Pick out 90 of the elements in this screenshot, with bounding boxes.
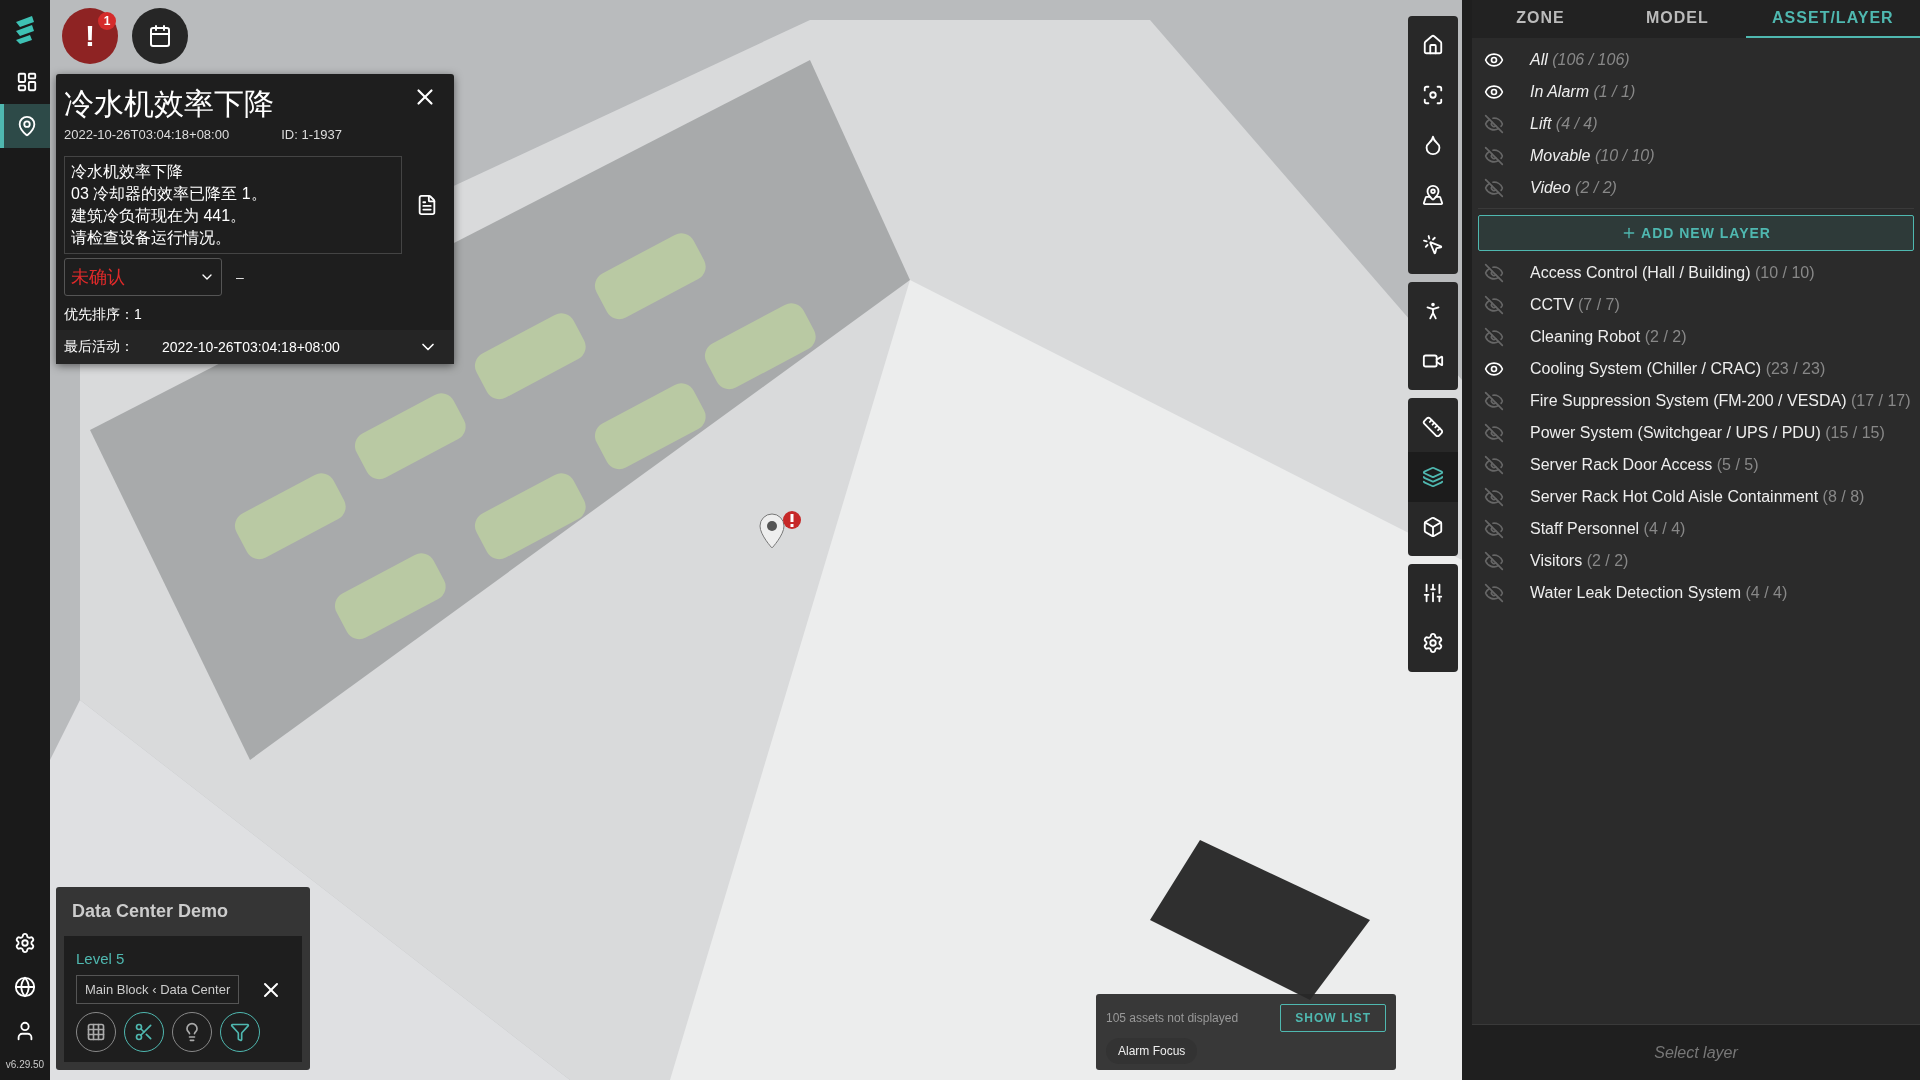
layer-row[interactable]: Server Rack Hot Cold Aisle Containment (8 / 8) [1478,481,1914,513]
settings-icon [1422,632,1444,654]
eye-icon[interactable] [1484,50,1504,70]
grid-icon [86,1022,106,1042]
cube-icon [1422,516,1444,538]
eye-off-icon[interactable] [1484,455,1504,475]
alarm-count-badge: 1 [98,12,116,30]
scissors-icon [134,1022,154,1042]
alarm-id: ID: 1-1937 [281,127,342,142]
show-list-button[interactable]: SHOW LIST [1280,1004,1386,1032]
focus-icon [1422,84,1444,106]
layer-row[interactable]: Cooling System (Chiller / CRAC) (23 / 23) [1478,353,1914,385]
alarm-timestamp: 2022-10-26T03:04:18+08:00 [64,127,230,142]
assets-hidden-text: 105 assets not displayed [1106,1011,1239,1025]
eye-icon[interactable] [1484,359,1504,379]
home-icon [1422,34,1444,56]
layer-name: Movable (10 / 10) [1530,147,1655,165]
layer-name: Power System (Switchgear / UPS / PDU) (15 / 15) [1530,424,1885,442]
layer-row[interactable]: CCTV (7 / 7) [1478,289,1914,321]
eye-icon[interactable] [1484,82,1504,102]
notes-icon[interactable] [416,194,438,216]
layer-row[interactable]: Power System (Switchgear / UPS / PDU) (15 / 15) [1478,417,1914,449]
level-label: Level 5 [76,950,126,967]
ruler-icon [1422,416,1444,438]
assignee-text: – [236,269,244,285]
layer-row[interactable]: Movable (10 / 10) [1478,140,1914,172]
alarm-focus-chip[interactable]: Alarm Focus [1106,1038,1198,1064]
status-dropdown[interactable]: 未确认 [64,258,222,296]
eye-off-icon[interactable] [1484,263,1504,283]
alarm-message: 冷水机效率下降 03 冷却器的效率已降至 1。 建筑冷负荷现在为 441。 请检查设备运行情况。 [64,156,402,254]
search-field[interactable]: Select layer [1566,1042,1826,1063]
map-pin-icon [16,115,38,137]
settings-icon [14,932,36,954]
version-text: v6.29.50 [5,1059,45,1070]
layer-name: Lift (4 / 4) [1530,115,1598,133]
layer-name: Fire Suppression System (FM-200 / VESDA) (17 / 17) [1530,392,1911,410]
layer-row[interactable]: Water Leak Detection System (4 / 4) [1478,577,1914,609]
dashboard-icon [16,71,38,93]
map-pin-icon [1422,184,1444,206]
layer-name: Video (2 / 2) [1530,179,1617,197]
add-layer-button[interactable]: ADD NEW LAYER [1478,215,1914,251]
layer-name: In Alarm (1 / 1) [1530,83,1636,101]
layer-row[interactable]: Fire Suppression System (FM-200 / VESDA) (17 / 17) [1478,385,1914,417]
pointer-click-icon [1422,234,1444,256]
priority-text: 优先排序：1 [63,305,143,324]
sliders-icon [1422,582,1444,604]
nav-item[interactable] [0,104,50,148]
layer-name: Water Leak Detection System (4 / 4) [1530,584,1788,602]
layer-name: Visitors (2 / 2) [1530,552,1629,570]
layer-name: Staff Personnel (4 / 4) [1530,520,1686,538]
tab[interactable]: ZONE [1472,0,1609,38]
layers-tool[interactable] [1408,452,1458,502]
layer-row[interactable]: Lift (4 / 4) [1478,108,1914,140]
layer-name: Cooling System (Chiller / CRAC) (23 / 23) [1530,360,1826,378]
layer-row[interactable]: All (106 / 106) [1478,44,1914,76]
layer-row[interactable]: Access Control (Hall / Building) (10 / 10) [1478,257,1914,289]
eye-off-icon[interactable] [1484,146,1504,166]
eye-off-icon[interactable] [1484,295,1504,315]
layer-name: CCTV (7 / 7) [1530,296,1620,314]
layer-name: Server Rack Door Access (5 / 5) [1530,456,1759,474]
layer-row[interactable]: Video (2 / 2) [1478,172,1914,204]
eye-off-icon[interactable] [1484,583,1504,603]
calendar-icon [148,24,172,48]
alarm-title: 冷水机效率下降 [64,86,274,122]
layer-name: Cleaning Robot (2 / 2) [1530,328,1687,346]
tab[interactable]: MODEL [1608,0,1746,38]
site-title: Data Center Demo [72,901,230,922]
location-field[interactable]: Main Block ‹ Data Center [76,975,240,1004]
eye-off-icon[interactable] [1484,327,1504,347]
last-activity-label: 最后活动： [64,338,134,356]
layer-row[interactable]: Cleaning Robot (2 / 2) [1478,321,1914,353]
layer-name: All (106 / 106) [1530,51,1630,69]
eye-off-icon[interactable] [1484,114,1504,134]
layers-icon [1422,466,1444,488]
eye-off-icon[interactable] [1484,551,1504,571]
eye-off-icon[interactable] [1484,519,1504,539]
last-activity-value: 2022-10-26T03:04:18+08:00 [162,339,340,355]
layer-row[interactable]: Server Rack Door Access (5 / 5) [1478,449,1914,481]
layer-row[interactable]: In Alarm (1 / 1) [1478,76,1914,108]
layer-row[interactable]: Staff Personnel (4 / 4) [1478,513,1914,545]
globe-icon [14,976,36,998]
eye-off-icon[interactable] [1484,178,1504,198]
tab[interactable]: ASSET/LAYER [1745,0,1920,38]
eye-off-icon[interactable] [1484,487,1504,507]
eye-off-icon[interactable] [1484,423,1504,443]
filter-icon [230,1022,250,1042]
layer-name: Server Rack Hot Cold Aisle Containment (8 / 8) [1530,488,1865,506]
layer-row[interactable]: Visitors (2 / 2) [1478,545,1914,577]
eye-off-icon[interactable] [1484,391,1504,411]
layer-name: Access Control (Hall / Building) (10 / 10) [1530,264,1815,282]
